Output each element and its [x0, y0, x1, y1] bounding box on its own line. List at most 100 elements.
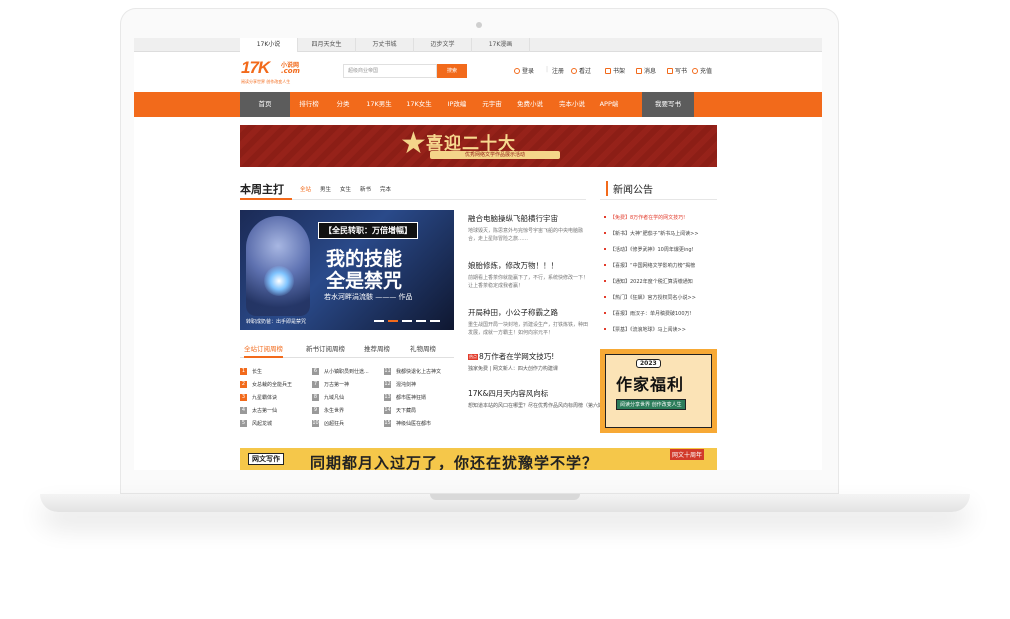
- rank-book-name[interactable]: 神级仙医在都市: [396, 421, 431, 427]
- filter-finished[interactable]: 完本: [380, 185, 391, 193]
- rank-book-name[interactable]: 九星霸体诀: [252, 395, 277, 401]
- news-item[interactable]: 【喜报】“中国网络文学影响力榜”揭榜: [604, 262, 695, 269]
- rank-book-name[interactable]: 从小镇职员到仕途...: [324, 369, 369, 375]
- channel-april[interactable]: 四月天女生: [298, 38, 356, 52]
- rank-book-name[interactable]: 女总裁的全能兵王: [252, 382, 292, 388]
- news-item[interactable]: 【新书】大神“肥茄子”新书马上阅读>>: [604, 230, 699, 237]
- filter-new[interactable]: 新书: [360, 185, 371, 193]
- writer-welfare-promo[interactable]: 2023 作家福利 阅读分享世界 创作改变人生: [600, 349, 717, 433]
- carousel-dot-active[interactable]: [388, 320, 398, 322]
- rank-row[interactable]: 11 我都快退化上古神文: [384, 368, 441, 380]
- shelf-link[interactable]: 书架: [605, 66, 625, 75]
- channel-wanzhang[interactable]: 万丈书城: [356, 38, 414, 52]
- rank-row[interactable]: 9 永生世界: [312, 407, 344, 419]
- rank-row[interactable]: 14 天下藏局: [384, 407, 416, 419]
- news-item[interactable]: 【票基】《流浪地球》马上阅读>>: [604, 326, 686, 333]
- write-link[interactable]: 写书: [667, 66, 687, 75]
- rank-row[interactable]: 7 万古第一神: [312, 381, 349, 393]
- nav-metaverse[interactable]: 元宇宙: [476, 92, 508, 117]
- rank-row[interactable]: 6 从小镇职员到仕途...: [312, 368, 369, 380]
- nav-category[interactable]: 分类: [328, 92, 358, 117]
- rank-book-name[interactable]: 万古第一神: [324, 382, 349, 388]
- channel-maibu[interactable]: 迈步文学: [414, 38, 472, 52]
- news-item[interactable]: 【通知】2022年度个税汇算清缴通知: [604, 278, 693, 285]
- filter-female[interactable]: 女生: [340, 185, 351, 193]
- feature-item[interactable]: 融合电脑操纵飞船横行宇宙 地球毁灭，陈思意外与完惊号宇宙飞船的中央电脑融合，走上…: [468, 213, 588, 243]
- rank-book-name[interactable]: 我都快退化上古神文: [396, 369, 441, 375]
- rank-book-name[interactable]: 太古第一仙: [252, 408, 277, 414]
- nav-write-book[interactable]: 我要写书: [642, 92, 694, 117]
- carousel-dot[interactable]: [402, 320, 412, 322]
- rank-book-name[interactable]: 风起龙城: [252, 421, 272, 427]
- rank-book-name[interactable]: 凶超狂兵: [324, 421, 344, 427]
- rank-row[interactable]: 2 女总裁的全能兵王: [240, 381, 292, 393]
- star-icon: ★: [400, 126, 427, 161]
- rank-book-name[interactable]: 九域凡仙: [324, 395, 344, 401]
- news-item[interactable]: 【喜报】雨汉子：单月稿费破100万!: [604, 310, 692, 317]
- feature-item[interactable]: 娘胎修炼，修改万物！！！ 前期看上香茶你就能赢下了，不行，系统快修改一下！让上香…: [468, 260, 588, 290]
- news-item[interactable]: 【活动】《修罗武神》10周年爆更ing!: [604, 246, 694, 253]
- nav-male[interactable]: 17K男生: [360, 92, 398, 117]
- rank-book-name[interactable]: 都市医神狂婿: [396, 395, 426, 401]
- carousel-dot[interactable]: [430, 320, 440, 322]
- tab-recommend[interactable]: 推荐周榜: [364, 342, 390, 358]
- login-link[interactable]: 登录: [514, 66, 534, 75]
- rank-row[interactable]: 8 九域凡仙: [312, 394, 344, 406]
- nav-free[interactable]: 免费小说: [510, 92, 550, 117]
- news-item[interactable]: 【热门】《狂飙》官方授权同名小说>>: [604, 294, 696, 301]
- nav-ip[interactable]: IP改编: [440, 92, 474, 117]
- nav-app[interactable]: APP端: [594, 92, 624, 117]
- channel-17k[interactable]: 17K小说: [240, 38, 298, 52]
- filter-all[interactable]: 全站: [300, 185, 311, 193]
- rank-book-name[interactable]: 天下藏局: [396, 408, 416, 414]
- message-link[interactable]: 消息: [636, 66, 656, 75]
- promo-card: 2023 作家福利 阅读分享世界 创作改变人生: [605, 354, 712, 428]
- writing-course-banner[interactable]: 网文写作 同期都月入过万了，你还在犹豫学不学？ 网文十周年: [240, 448, 717, 470]
- nav-female[interactable]: 17K女生: [400, 92, 438, 117]
- nav-rank[interactable]: 排行榜: [292, 92, 326, 117]
- mini-news-item[interactable]: 17K&四月天内容风向标 想知道本站的风口在哪里？尽在优秀作品风向标周榜（第六期…: [468, 388, 608, 409]
- carousel-dot[interactable]: [374, 320, 384, 322]
- tab-all-subscribe[interactable]: 全站订阅周榜: [244, 342, 283, 358]
- rank-number: 7: [312, 381, 319, 388]
- tab-new-subscribe[interactable]: 新书订阅周榜: [306, 342, 345, 358]
- nav-finished[interactable]: 完本小说: [552, 92, 592, 117]
- search-input[interactable]: 超级商业帝国: [343, 64, 437, 78]
- rank-row[interactable]: 15 神级仙医在都市: [384, 420, 431, 432]
- channel-comic[interactable]: 17K漫画: [472, 38, 530, 52]
- rank-book-name[interactable]: 长生: [252, 369, 262, 375]
- news-item[interactable]: 【免费】8万作者在学的网文技巧!: [604, 214, 685, 221]
- anniversary-badge: 网文十周年: [670, 449, 705, 460]
- rank-row[interactable]: 5 风起龙城: [240, 420, 272, 432]
- nav-home[interactable]: 首页: [240, 92, 290, 117]
- rank-number: 1: [240, 368, 247, 375]
- website-screen: 17K小说 四月天女生 万丈书城 迈步文学 17K漫画 17K 小说网 .com…: [134, 38, 822, 470]
- rank-book-name[interactable]: 混沌剑神: [396, 382, 416, 388]
- feature-title[interactable]: 开局种田，小公子称霸之路: [468, 307, 588, 318]
- site-logo[interactable]: 17K 小说网 .com 阅读分享世界 创作改变人生: [241, 58, 311, 86]
- hero-carousel[interactable]: 【全民转职：万倍增幅】 我的技能 全是禁咒 若水河畔涓流骸 ——— 作品 转职成…: [240, 210, 454, 330]
- recharge-link[interactable]: 充值: [692, 66, 712, 75]
- rank-row[interactable]: 4 太古第一仙: [240, 407, 277, 419]
- recent-link[interactable]: 看过: [571, 66, 591, 75]
- mini-news-title[interactable]: 17K&四月天内容风向标: [468, 388, 588, 399]
- rank-row[interactable]: 3 九星霸体诀: [240, 394, 277, 406]
- rank-row[interactable]: 13 都市医神狂婿: [384, 394, 426, 406]
- register-link[interactable]: 注册: [552, 66, 564, 75]
- rank-row[interactable]: 10 凶超狂兵: [312, 420, 344, 432]
- rank-row[interactable]: 12 混沌剑神: [384, 381, 416, 393]
- tab-gift[interactable]: 礼物周榜: [410, 342, 436, 358]
- rank-row[interactable]: 1 长生: [240, 368, 262, 380]
- feature-title[interactable]: 娘胎修炼，修改万物！！！: [468, 260, 588, 271]
- carousel-dot[interactable]: [416, 320, 426, 322]
- feature-title[interactable]: 融合电脑操纵飞船横行宇宙: [468, 213, 588, 224]
- hero-title-line2: 全是禁咒: [326, 270, 403, 292]
- rank-book-name[interactable]: 永生世界: [324, 408, 344, 414]
- mini-news-item[interactable]: 热点 8万作者在学网文技巧! 独家免费 | 网文新人：四大创作力构建课: [468, 351, 588, 372]
- search-button[interactable]: 搜索: [437, 64, 467, 78]
- event-banner[interactable]: ★ 喜迎二十大 优秀网络文学作品展示活动: [240, 125, 717, 167]
- filter-male[interactable]: 男生: [320, 185, 331, 193]
- feature-item[interactable]: 开局种田，小公子称霸之路 重生战国开局一块封地，抓建设生产，打铁炼铁，种田发展，…: [468, 307, 588, 337]
- bullet-icon: [604, 312, 606, 314]
- mini-news-title[interactable]: 热点 8万作者在学网文技巧!: [468, 351, 588, 362]
